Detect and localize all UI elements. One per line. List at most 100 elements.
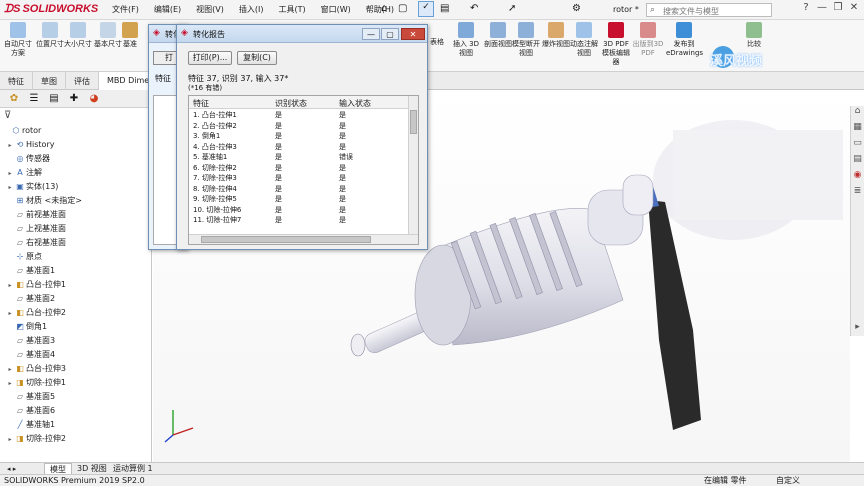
horizontal-scrollbar[interactable] xyxy=(189,234,418,244)
table-row[interactable]: 8. 切除-拉伸4 是 是 xyxy=(189,184,409,194)
home-icon[interactable]: ⌂ xyxy=(851,106,864,122)
dialog-maximize-button[interactable]: ▢ xyxy=(381,28,399,40)
menu-insert[interactable]: 插入(I) xyxy=(239,4,264,18)
table-row[interactable]: 10. 切除-拉伸6 是 是 xyxy=(189,205,409,215)
tree-item[interactable]: ▱ 上视基准面 xyxy=(0,222,151,236)
dialog-close-button[interactable]: ✕ xyxy=(401,28,425,40)
datum-button[interactable]: 基准 xyxy=(118,22,142,70)
insert-3d-view-button[interactable]: 插入 3D视图 xyxy=(450,22,482,70)
dialog-minimize-button[interactable]: — xyxy=(362,28,380,40)
expand-arrow-icon[interactable]: ▸ xyxy=(6,139,14,153)
tree-item[interactable]: ╱ 基准轴1 xyxy=(0,418,151,432)
expand-arrow-icon[interactable]: ▸ xyxy=(6,181,14,195)
column-header-recognition[interactable]: 识别状态 xyxy=(275,98,307,109)
expand-arrow-icon[interactable]: ▸ xyxy=(6,433,14,447)
dimxpert-icon[interactable]: ✚ xyxy=(64,90,84,107)
table-row[interactable]: 2. 凸台-拉伸2 是 是 xyxy=(189,121,409,131)
compare-button[interactable]: 比较 xyxy=(742,22,766,70)
filter-icon[interactable]: ⊽ xyxy=(0,108,151,124)
tab-sketch[interactable]: 草图 xyxy=(33,72,66,90)
table-row[interactable]: 4. 凸台-拉伸3 是 是 xyxy=(189,142,409,152)
tree-item[interactable]: ▸ ▣ 实体(13) xyxy=(0,180,151,194)
minimize-button[interactable]: — xyxy=(814,2,830,13)
publish-3d-pdf-button[interactable]: 出版到3D PDF xyxy=(632,22,664,70)
feature-manager-icon[interactable]: ✿ xyxy=(4,90,24,107)
solidworks-logo[interactable]: ᗪS SOLIDWORKS xyxy=(4,3,98,16)
vertical-scroll-thumb[interactable] xyxy=(410,110,417,134)
expand-arrow-icon[interactable]: ▸ xyxy=(6,363,14,377)
conversion-report-dialog[interactable]: ◈ 转化报告 — ▢ ✕ 打印(P)... 复制(C) 特征 37, 识别 37… xyxy=(176,24,428,250)
tree-item[interactable]: ▸ ◧ 凸台-拉伸3 xyxy=(0,362,151,376)
tree-item[interactable]: ▱ 基准面6 xyxy=(0,404,151,418)
tree-item[interactable]: ◎ 传感器 xyxy=(0,152,151,166)
appearances-icon[interactable]: ◉ xyxy=(851,170,864,186)
table-row[interactable]: 9. 切除-拉伸5 是 是 xyxy=(189,194,409,204)
tree-item[interactable]: ▱ 基准面5 xyxy=(0,390,151,404)
restore-button[interactable]: ❐ xyxy=(830,2,846,13)
expand-arrow-icon[interactable]: ▸ xyxy=(6,377,14,391)
settings-icon[interactable]: ⚙ xyxy=(572,3,581,14)
help-button[interactable]: ? xyxy=(798,2,814,13)
dynamic-annotation-button[interactable]: 动态注解视图 xyxy=(568,22,600,70)
save-icon[interactable]: ▤ xyxy=(440,3,449,14)
menu-view[interactable]: 视图(V) xyxy=(196,4,224,18)
search-input[interactable]: ⌕ 搜索文件与模型 xyxy=(646,3,772,17)
tree-item[interactable]: ▱ 前视基准面 xyxy=(0,208,151,222)
horizontal-scroll-thumb[interactable] xyxy=(201,236,371,243)
menu-help[interactable]: 帮助(H) xyxy=(366,4,394,18)
tree-item[interactable]: ▸ ⟲ History xyxy=(0,138,151,152)
publish-edrawings-button[interactable]: 发布到eDrawings xyxy=(666,22,703,70)
home-icon[interactable]: ⌂ xyxy=(381,3,387,14)
tree-item[interactable]: ▱ 基准面2 xyxy=(0,292,151,306)
menu-tools[interactable]: 工具(T) xyxy=(278,4,305,18)
tree-item[interactable]: ▸ ◨ 切除-拉伸1 xyxy=(0,376,151,390)
tree-item[interactable]: ◩ 倒角1 xyxy=(0,320,151,334)
undo-icon[interactable]: ↶ xyxy=(470,3,478,14)
tree-item[interactable]: ▸ ◨ 切除-拉伸2 xyxy=(0,432,151,446)
broken-view-button[interactable]: 模型断开视图 xyxy=(510,22,542,70)
3d-pdf-template-button[interactable]: 3D PDF模板编辑器 xyxy=(600,22,632,70)
expand-arrow-icon[interactable]: ▸ xyxy=(6,279,14,293)
size-dimension-button[interactable]: 大小尺寸 xyxy=(62,22,94,70)
menu-window[interactable]: 窗口(W) xyxy=(321,4,351,18)
collapse-arrow-icon[interactable]: ▸ xyxy=(851,322,864,338)
table-row[interactable]: 11. 切除-拉伸7 是 是 xyxy=(189,215,409,225)
design-library-icon[interactable]: ▦ xyxy=(851,122,864,138)
table-row[interactable]: 5. 基准轴1 是 错误 xyxy=(189,152,409,162)
configuration-manager-icon[interactable]: ▤ xyxy=(44,90,64,107)
property-manager-icon[interactable]: ☰ xyxy=(24,90,44,107)
table-row[interactable]: 3. 倒角1 是 是 xyxy=(189,131,409,141)
custom-properties-icon[interactable]: ≣ xyxy=(851,186,864,202)
table-row[interactable]: 6. 切除-拉伸2 是 是 xyxy=(189,163,409,173)
print-button[interactable]: 打印(P)... xyxy=(188,51,232,65)
select-icon[interactable]: ➚ xyxy=(508,3,516,14)
tree-item[interactable]: ▸ ◧ 凸台-拉伸1 xyxy=(0,278,151,292)
table-button[interactable]: 表格 xyxy=(426,22,448,70)
tree-item[interactable]: ▸ ◧ 凸台-拉伸2 xyxy=(0,306,151,320)
tab-evaluate[interactable]: 评估 xyxy=(66,72,99,90)
vertical-scrollbar[interactable] xyxy=(408,96,418,236)
auto-dimension-button[interactable]: 自动尺寸方案 xyxy=(2,22,34,70)
column-header-import[interactable]: 输入状态 xyxy=(339,98,371,109)
status-units[interactable]: 自定义 xyxy=(776,475,800,486)
display-manager-icon[interactable]: ◕ xyxy=(84,90,104,107)
rebuild-icon[interactable]: ✓ xyxy=(418,1,434,17)
menu-file[interactable]: 文件(F) xyxy=(112,4,139,18)
table-row[interactable]: 1. 凸台-拉伸1 是 是 xyxy=(189,110,409,120)
expand-arrow-icon[interactable]: ▸ xyxy=(6,307,14,321)
expand-arrow-icon[interactable]: ▸ xyxy=(6,167,14,181)
tree-item[interactable]: ⊞ 材质 <未指定> xyxy=(0,194,151,208)
tree-item[interactable]: ⬡ rotor xyxy=(0,124,151,138)
new-icon[interactable]: ▢ xyxy=(398,3,407,14)
column-header-feature[interactable]: 特征 xyxy=(193,98,209,109)
tree-item[interactable]: ▱ 基准面1 xyxy=(0,264,151,278)
tree-item[interactable]: ▱ 基准面4 xyxy=(0,348,151,362)
menu-edit[interactable]: 编辑(E) xyxy=(154,4,181,18)
file-explorer-icon[interactable]: ▭ xyxy=(851,138,864,154)
view-palette-icon[interactable]: ▤ xyxy=(851,154,864,170)
tab-features[interactable]: 特征 xyxy=(0,72,33,90)
copy-button[interactable]: 复制(C) xyxy=(237,51,277,65)
tree-item[interactable]: ⊹ 原点 xyxy=(0,250,151,264)
tree-item[interactable]: ▸ A 注解 xyxy=(0,166,151,180)
close-button[interactable]: ✕ xyxy=(846,2,862,13)
